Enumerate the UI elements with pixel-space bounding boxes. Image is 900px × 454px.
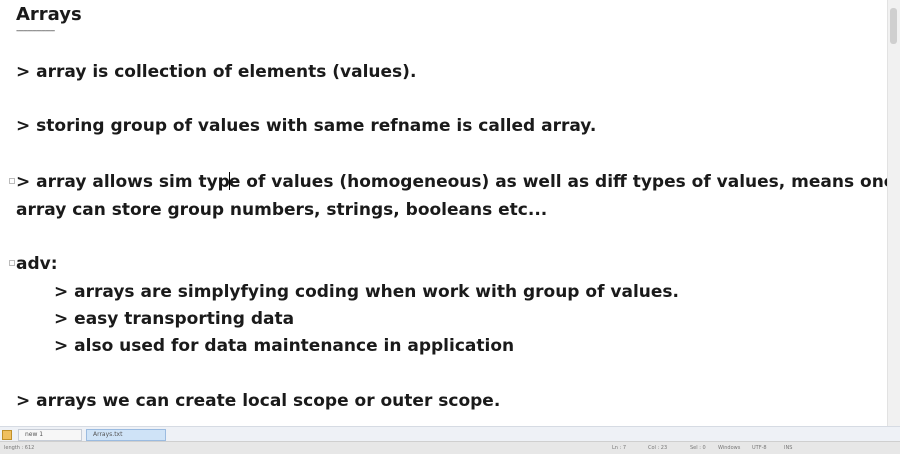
editor-window: Arrays ----------------- > array is coll… [0, 0, 900, 454]
text-line-1: > array is collection of elements (value… [16, 62, 417, 82]
tab-label: Arrays.txt [93, 431, 123, 438]
text-line-3-continued: array can store group numbers, strings, … [16, 200, 548, 220]
scrollbar-thumb[interactable] [890, 8, 897, 44]
status-encoding: UTF-8 [752, 445, 767, 451]
status-column: Col : 23 [648, 445, 668, 451]
status-selection: Sel : 0 [690, 445, 706, 451]
text-line-5: > arrays we can create local scope or ou… [16, 391, 501, 411]
file-icon [2, 430, 12, 440]
status-eol: Windows [718, 445, 741, 451]
status-length: length : 612 [4, 445, 35, 451]
tab-label: new 1 [25, 431, 44, 438]
text-line-3: > array allows sim type of values (homog… [16, 172, 888, 192]
doc-heading: Arrays [16, 4, 82, 25]
vertical-scrollbar[interactable] [887, 0, 900, 426]
document-tab-bar: new 1 Arrays.txt [0, 426, 900, 441]
text-line-3-part2: e of values (homogeneous) as well as dif… [228, 172, 888, 192]
status-insert-mode: INS [784, 445, 793, 451]
adv-item-1: > arrays are simplyfying coding when wor… [54, 282, 679, 302]
text-line-3-part1: > array allows sim typ [16, 172, 230, 192]
tab-arrays[interactable]: Arrays.txt [86, 429, 166, 441]
heading-underline: ----------------- [16, 26, 55, 36]
adv-item-2: > easy transporting data [54, 309, 295, 329]
editor-text-area[interactable]: Arrays ----------------- > array is coll… [0, 0, 888, 426]
text-line-2: > storing group of values with same refn… [16, 116, 597, 136]
line-marker [9, 260, 15, 266]
adv-item-3: > also used for data maintenance in appl… [54, 336, 515, 356]
adv-label: adv: [16, 254, 58, 274]
tab-new-1[interactable]: new 1 [18, 429, 82, 441]
line-marker [9, 178, 15, 184]
status-bar: length : 612 Ln : 7 Col : 23 Sel : 0 Win… [0, 441, 900, 454]
status-line: Ln : 7 [612, 445, 626, 451]
